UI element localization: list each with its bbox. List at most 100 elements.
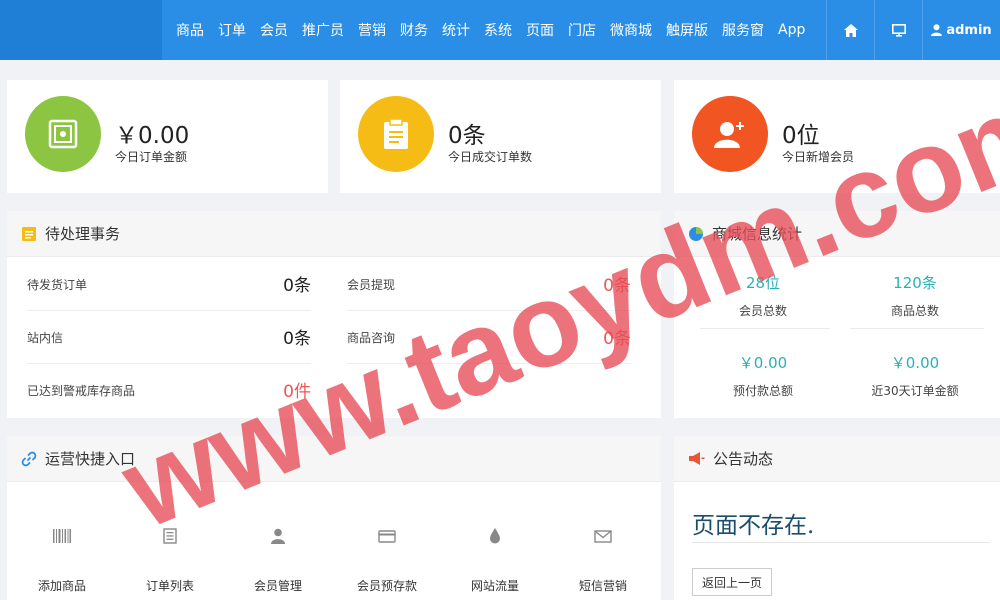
user-menu[interactable]: admin [922, 0, 1000, 60]
nav-item-goods[interactable]: 商品 [176, 20, 204, 40]
monitor-icon [891, 23, 906, 37]
brand-logo-area[interactable] [0, 0, 162, 60]
barcode-icon [53, 529, 71, 543]
home-icon [843, 23, 858, 37]
panel-title: 商城信息统计 [712, 225, 803, 243]
info-value: 28位 [745, 274, 781, 292]
info-value: 120条 [893, 274, 937, 292]
username: admin [946, 22, 992, 38]
info-label: 会员总数 [738, 304, 787, 318]
link-icon [21, 451, 37, 466]
info-label: 预付款总额 [732, 384, 793, 398]
stat-label: 今日订单金额 [115, 150, 188, 164]
task-value: 0件 [283, 382, 311, 402]
panel-header: 待处理事务 [7, 211, 661, 257]
nav-item-touch-version[interactable]: 触屏版 [666, 20, 708, 40]
home-button[interactable] [826, 0, 874, 60]
task-row[interactable]: 站内信 0条 [27, 311, 311, 364]
quick-add-goods[interactable]: 添加商品 [7, 525, 117, 594]
quick-label: 网站流量 [470, 579, 519, 593]
info-30day-order-amount: ￥0.00 近30天订单金额 [840, 352, 990, 399]
nav-item-marketing[interactable]: 营销 [358, 20, 386, 40]
panel-title: 待处理事务 [45, 225, 121, 243]
nav-right-tools: admin [826, 0, 1000, 60]
droplet-icon [490, 528, 500, 544]
divider [692, 542, 990, 543]
nav-item-system[interactable]: 系统 [484, 20, 512, 40]
info-label: 商品总数 [890, 304, 939, 318]
task-value: 0条 [283, 329, 311, 349]
mall-stats-panel: 商城信息统计 28位 会员总数 120条 商品总数 ￥0.00 预付款总额 ￥0… [674, 211, 1000, 418]
task-label: 待发货订单 [27, 278, 88, 292]
frontend-preview-button[interactable] [874, 0, 922, 60]
main-nav: 商品 订单 会员 推广员 营销 财务 统计 系统 页面 门店 微商城 触屏版 服… [176, 0, 819, 60]
nav-item-wechat-mall[interactable]: 微商城 [610, 20, 652, 40]
quick-label: 会员预存款 [356, 579, 417, 593]
clipboard-icon [384, 118, 408, 149]
divider [850, 328, 984, 329]
panel-header: 运营快捷入口 [7, 436, 661, 482]
info-value: ￥0.00 [890, 354, 940, 372]
back-button[interactable]: 返回上一页 [692, 568, 772, 596]
task-label: 会员提现 [347, 278, 396, 292]
quick-order-list[interactable]: 订单列表 [115, 525, 225, 594]
nav-item-service-window[interactable]: 服务窗 [722, 20, 764, 40]
pie-chart-icon [689, 226, 703, 241]
info-member-total: 28位 会员总数 [688, 272, 838, 319]
panel-title: 公告动态 [713, 450, 774, 468]
task-row[interactable]: 待发货订单 0条 [27, 258, 311, 311]
quick-label: 订单列表 [145, 579, 194, 593]
stat-label: 今日成交订单数 [448, 150, 533, 164]
quick-label: 短信营销 [578, 579, 627, 593]
task-label: 已达到警戒库存商品 [27, 384, 136, 398]
nav-item-statistics[interactable]: 统计 [442, 20, 470, 40]
top-navbar: 商品 订单 会员 推广员 营销 财务 统计 系统 页面 门店 微商城 触屏版 服… [0, 0, 1000, 60]
user-icon [931, 24, 943, 36]
nav-item-app[interactable]: App [778, 22, 805, 38]
nav-item-stores[interactable]: 门店 [568, 20, 596, 40]
info-goods-total: 120条 商品总数 [840, 272, 990, 319]
stat-icon-circle [358, 96, 434, 172]
stat-card-new-members: 0位 今日新增会员 [674, 80, 1000, 193]
task-row[interactable]: 会员提现 0条 [347, 258, 631, 311]
stat-icon-circle [692, 96, 768, 172]
notepad-icon [22, 226, 36, 241]
task-label: 站内信 [27, 331, 64, 345]
nav-item-orders[interactable]: 订单 [218, 20, 246, 40]
person-icon [271, 528, 285, 544]
safe-icon [48, 119, 78, 149]
task-label: 商品咨询 [347, 331, 396, 345]
divider [700, 328, 830, 329]
stat-card-today-orders: 0条 今日成交订单数 [340, 80, 661, 193]
credit-card-icon [378, 529, 396, 543]
nav-item-pages[interactable]: 页面 [526, 20, 554, 40]
quick-label: 添加商品 [37, 579, 86, 593]
notice-message: 页面不存在. [692, 513, 815, 539]
envelope-icon [594, 529, 612, 543]
quick-member-manage[interactable]: 会员管理 [223, 525, 333, 594]
notice-panel: 公告动态 页面不存在. 返回上一页 [674, 436, 1000, 600]
task-value: 0条 [283, 276, 311, 296]
quick-sms-marketing[interactable]: 短信营销 [548, 525, 658, 594]
task-row[interactable]: 商品咨询 0条 [347, 311, 631, 364]
nav-item-members[interactable]: 会员 [260, 20, 288, 40]
list-doc-icon [163, 528, 177, 544]
megaphone-icon [689, 452, 705, 465]
stat-label: 今日新增会员 [782, 150, 855, 164]
task-row[interactable]: 已达到警戒库存商品 0件 [27, 364, 311, 417]
quick-label: 会员管理 [253, 579, 302, 593]
pending-tasks-panel: 待处理事务 待发货订单 0条 会员提现 0条 站内信 0条 商品咨询 0条 已达… [7, 211, 661, 418]
panel-header: 商城信息统计 [674, 211, 1000, 257]
task-value: 0条 [603, 329, 631, 349]
nav-item-promoters[interactable]: 推广员 [302, 20, 344, 40]
panel-title: 运营快捷入口 [45, 450, 136, 468]
user-add-icon [714, 122, 744, 148]
nav-item-finance[interactable]: 财务 [400, 20, 428, 40]
info-prepaid-total: ￥0.00 预付款总额 [688, 352, 838, 399]
quick-member-deposit[interactable]: 会员预存款 [332, 525, 442, 594]
quick-site-traffic[interactable]: 网站流量 [440, 525, 550, 594]
info-label: 近30天订单金额 [871, 384, 959, 398]
info-value: ￥0.00 [738, 354, 788, 372]
stat-value: ￥0.00 [115, 123, 190, 149]
quick-entry-panel: 运营快捷入口 添加商品 订单列表 会员管理 会员预存款 网站流量 短信营销 [7, 436, 661, 600]
